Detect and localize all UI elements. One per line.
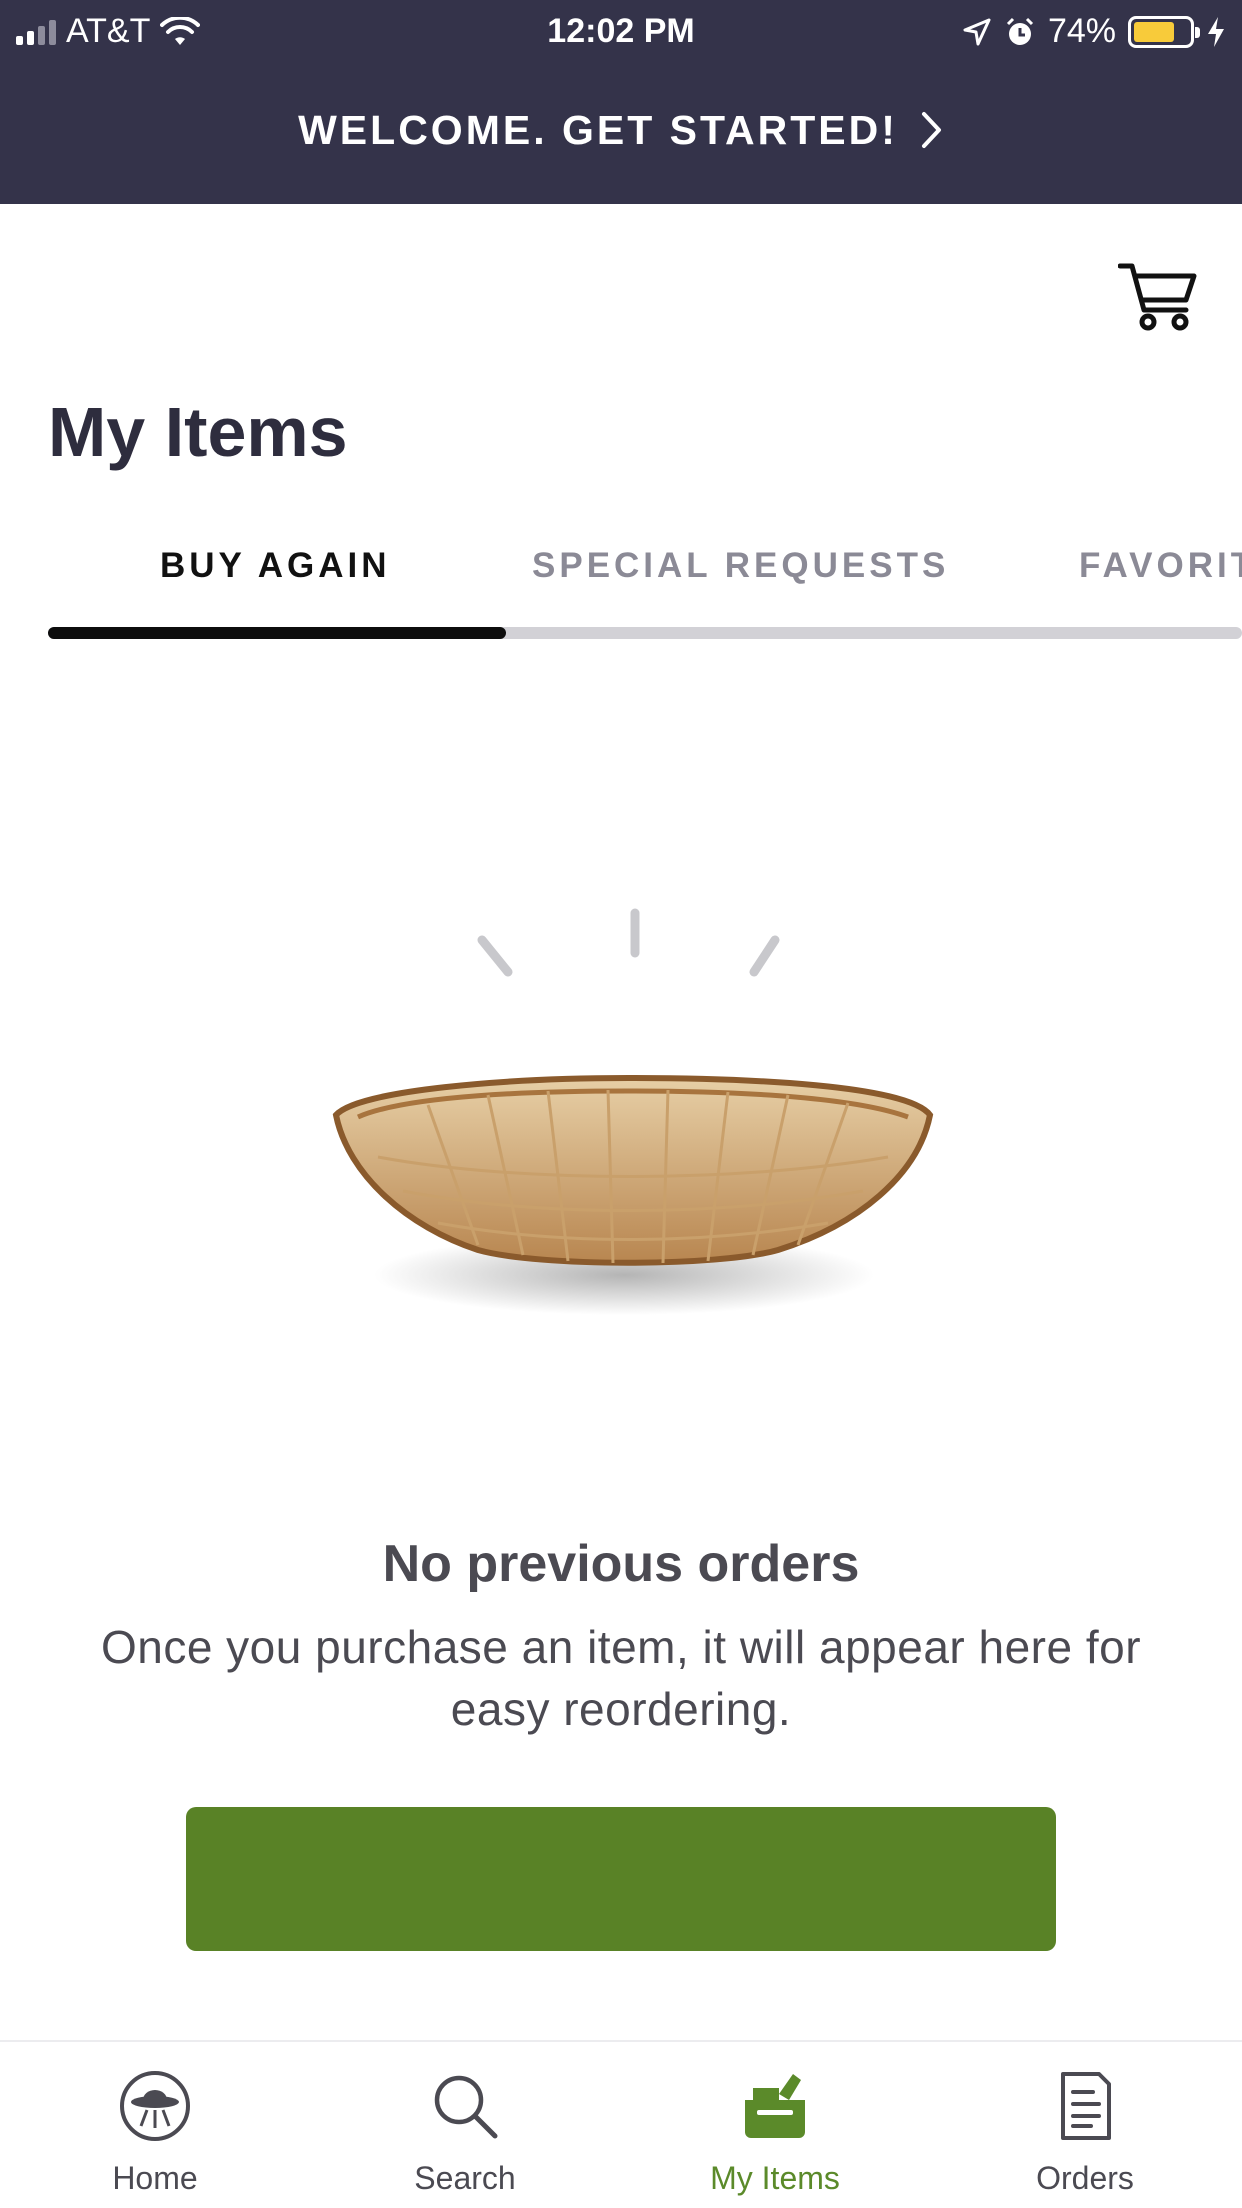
bag-icon [745, 2074, 805, 2138]
empty-state-message: Once you purchase an item, it will appea… [100, 1621, 1142, 1735]
start-shopping-button[interactable] [186, 1807, 1056, 1951]
nav-label-search: Search [414, 2160, 516, 2196]
cart-icon[interactable] [1118, 260, 1198, 332]
empty-basket-illustration [332, 908, 934, 1315]
nav-label-home: Home [112, 2160, 198, 2196]
nav-label-my-items: My Items [710, 2160, 840, 2196]
page-title: My Items [48, 393, 348, 471]
nav-item-search[interactable]: Search [310, 2042, 620, 2208]
battery-fill [1134, 21, 1174, 42]
tab-active-indicator [48, 627, 506, 639]
top-bar: AT&T 12:02 PM 74% WELCOME. GET STARTED! [0, 0, 1242, 204]
welcome-banner[interactable]: WELCOME. GET STARTED! [0, 98, 1242, 162]
nav-label-orders: Orders [1036, 2160, 1134, 2196]
battery-percent: 74% [1047, 12, 1116, 50]
tab-favorites[interactable]: FAVORIT [1079, 546, 1242, 586]
nav-item-home[interactable]: Home [0, 2042, 310, 2208]
welcome-banner-text: WELCOME. GET STARTED! [298, 106, 898, 153]
battery-icon [1128, 15, 1200, 48]
empty-state-title: No previous orders [382, 1535, 860, 1593]
status-bar: AT&T 12:02 PM 74% [0, 0, 1242, 62]
home-ufo-icon [120, 2071, 190, 2141]
start-shopping-button-label [186, 1807, 1056, 1951]
receipt-icon [1061, 2072, 1111, 2140]
charging-icon [1208, 16, 1224, 47]
chevron-right-icon [921, 112, 941, 148]
alarm-icon [1006, 17, 1033, 45]
search-icon [434, 2075, 498, 2139]
bottom-nav: Home Search My Items Orders [0, 2040, 1242, 2208]
tab-buy-again[interactable]: BUY AGAIN [160, 546, 390, 586]
location-icon [963, 18, 991, 45]
nav-item-orders[interactable]: Orders [930, 2042, 1240, 2208]
nav-item-my-items[interactable]: My Items [620, 2042, 930, 2208]
tab-special-requests[interactable]: SPECIAL REQUESTS [532, 546, 949, 586]
